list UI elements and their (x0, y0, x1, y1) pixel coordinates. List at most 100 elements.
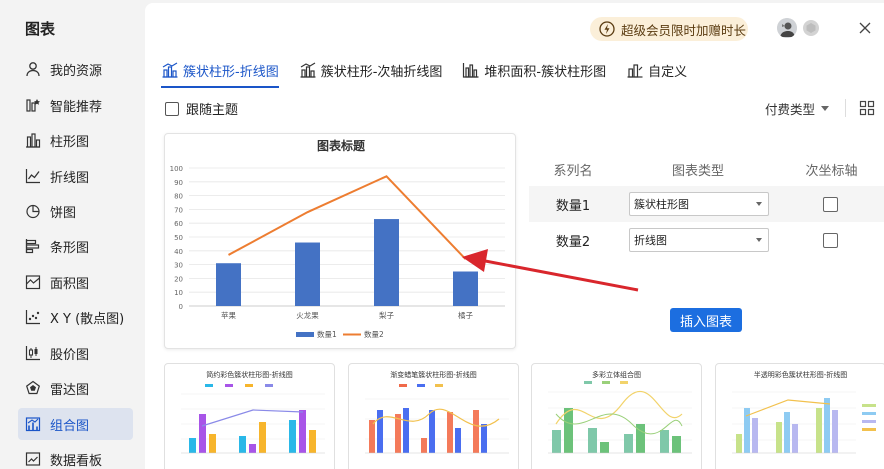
sidebar-item-my-resources[interactable]: 我的资源 (18, 53, 133, 85)
sidebar-item-pie-chart[interactable]: 饼图 (18, 195, 133, 227)
legend-swatch (296, 332, 314, 337)
chart-line (228, 175, 467, 260)
paid-type-dropdown[interactable]: 付费类型 (765, 99, 830, 118)
legend-label: 数量2 (364, 329, 384, 339)
y-tick-label: 20 (174, 275, 183, 283)
template-card[interactable]: 半透明彩色簇状柱形图-折线图 (715, 363, 884, 469)
sidebar-item-line-chart[interactable]: 折线图 (18, 160, 133, 192)
sidebar-item-label: 组合图 (50, 418, 90, 434)
secondary-axis-checkbox[interactable] (823, 232, 838, 248)
chart-type-select[interactable]: 折线图 (629, 228, 769, 252)
follow-theme[interactable]: 跟随主题 (165, 99, 238, 118)
chevron-down-icon (756, 238, 762, 242)
member-status-icon[interactable] (803, 20, 819, 36)
template-title: 渐变蜡笔簇状柱形图-折线图 (390, 371, 477, 379)
line-chart-icon (23, 166, 43, 186)
chart-svg: 图表标题 0 10 20 30 40 50 60 70 80 90 100 苹果 火龙果 梨子 橘子 数量… (170, 138, 505, 339)
template-title: 简约彩色簇状柱形图-折线图 (206, 371, 293, 379)
tab-label: 簇状柱形-次轴折线图 (320, 64, 443, 80)
template-title: 半透明彩色簇状柱形图-折线图 (753, 371, 848, 379)
y-tick-label: 10 (174, 289, 183, 297)
sidebar-item-column-chart[interactable]: 柱形图 (18, 124, 133, 156)
sidebar-item-label: 股价图 (50, 347, 90, 363)
template-card[interactable]: 渐变蜡笔簇状柱形图-折线图 (348, 363, 519, 469)
sidebar-item-label: 折线图 (50, 170, 90, 186)
follow-theme-label: 跟随主题 (186, 103, 239, 118)
bar (453, 271, 478, 306)
avatar[interactable] (777, 18, 797, 38)
sidebar-title: 图表 (25, 20, 56, 38)
column-chart-icon (23, 130, 43, 150)
y-tick-label: 50 (174, 234, 183, 242)
chart-title: 图表标题 (317, 138, 366, 153)
bar (374, 219, 399, 306)
chart-type-select[interactable]: 簇状柱形图 (629, 192, 769, 216)
tab-clustered-column-line[interactable]: 簇状柱形-折线图 (161, 58, 279, 88)
legend-label: 数量1 (317, 329, 337, 339)
insert-chart-button[interactable]: 插入图表 (670, 308, 742, 332)
stock-chart-icon (23, 343, 43, 363)
sidebar-item-label: 数据看板 (50, 453, 103, 469)
combo-chart-icon (161, 61, 179, 79)
chart-type-value: 簇状柱形图 (634, 198, 689, 211)
sidebar-item-label: 我的资源 (50, 63, 103, 79)
header-chart-type: 图表类型 (671, 164, 724, 179)
sidebar-item-label: 饼图 (50, 205, 77, 221)
sidebar-item-scatter-chart[interactable]: X Y (散点图) (18, 301, 133, 333)
area-chart-icon (23, 272, 43, 292)
series-name: 数量1 (555, 198, 591, 214)
series-name: 数量2 (555, 234, 591, 250)
close-icon[interactable] (857, 20, 873, 36)
series-line (228, 175, 467, 260)
custom-chart-icon (626, 61, 644, 79)
chart-type-tabs: 簇状柱形-折线图 簇状柱形-次轴折线图 堆积面积-簇状柱形图 自定义 (161, 58, 707, 88)
y-tick-label: 0 (179, 303, 183, 311)
combo-secondary-axis-icon (299, 61, 317, 79)
user-icon (23, 59, 43, 79)
secondary-axis-checkbox[interactable] (823, 196, 838, 212)
sidebar-item-dashboard[interactable]: 数据看板 (18, 443, 133, 469)
chart-preview[interactable]: 图表标题 0 10 20 30 40 50 60 70 80 90 100 苹果 火龙果 梨子 橘子 数量… (164, 133, 516, 349)
follow-theme-checkbox[interactable] (165, 101, 179, 116)
template-card[interactable]: 多彩立体组合图 (531, 363, 702, 469)
y-tick-label: 80 (174, 193, 183, 201)
y-tick-label: 100 (170, 165, 183, 173)
smart-recommend-icon (23, 95, 43, 115)
tab-clustered-column-secondary-line[interactable]: 簇状柱形-次轴折线图 (299, 58, 443, 82)
chart-legend: 数量1 数量2 (296, 329, 384, 339)
grid-view-icon[interactable] (859, 100, 875, 116)
sidebar-item-label: 条形图 (50, 240, 90, 256)
y-tick-label: 40 (174, 248, 183, 256)
bar (295, 242, 320, 306)
radar-chart-icon (23, 378, 43, 398)
paid-type-label: 付费类型 (765, 102, 816, 117)
sidebar-item-label: 面积图 (50, 276, 90, 292)
sidebar-item-label: 柱形图 (50, 134, 90, 150)
sidebar: 图表 我的资源 智能推荐 柱形图 折线图 饼图 条形图 面积图 X Y (散点图… (0, 0, 145, 469)
promo-badge[interactable]: 超级会员限时加赠时长 (590, 17, 748, 41)
y-tick-label: 90 (174, 179, 183, 187)
sidebar-item-combo-chart[interactable]: 组合图 (18, 408, 133, 440)
header-series-name: 系列名 (553, 164, 593, 179)
sidebar-item-radar-chart[interactable]: 雷达图 (18, 372, 133, 404)
sidebar-item-bar-chart[interactable]: 条形图 (18, 230, 133, 262)
sidebar-item-smart-recommend[interactable]: 智能推荐 (18, 89, 133, 121)
template-card[interactable]: 简约彩色簇状柱形图-折线图 (164, 363, 335, 469)
x-tick-label: 梨子 (379, 311, 394, 320)
sidebar-item-label: 雷达图 (50, 382, 90, 398)
y-tick-label: 60 (174, 220, 183, 228)
sidebar-item-label: X Y (散点图) (50, 311, 125, 327)
sidebar-item-stock-chart[interactable]: 股价图 (18, 337, 133, 369)
sidebar-item-area-chart[interactable]: 面积图 (18, 266, 133, 298)
y-tick-label: 30 (174, 262, 183, 270)
series-row: 数量1 簇状柱形图 (529, 186, 884, 222)
tab-label: 自定义 (648, 64, 688, 80)
tab-label: 堆积面积-簇状柱形图 (484, 64, 607, 80)
header-secondary-axis: 次坐标轴 (805, 164, 858, 179)
bar-chart-icon (23, 236, 43, 256)
chevron-down-icon (821, 106, 830, 111)
tab-custom[interactable]: 自定义 (626, 58, 687, 82)
pie-chart-icon (23, 201, 43, 221)
stacked-area-icon (462, 61, 480, 79)
tab-stacked-area-clustered-column[interactable]: 堆积面积-簇状柱形图 (462, 58, 606, 82)
